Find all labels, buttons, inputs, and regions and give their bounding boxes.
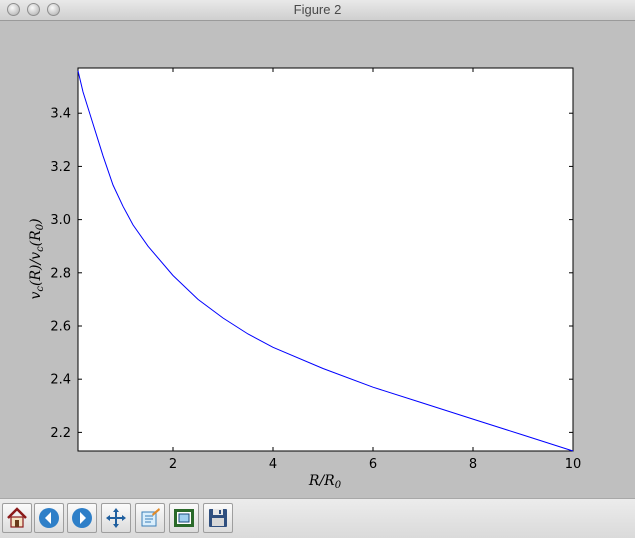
home-button[interactable] bbox=[2, 503, 32, 533]
back-button[interactable] bbox=[34, 503, 64, 533]
x-tick-label: 2 bbox=[169, 457, 177, 472]
pan-arrows-icon bbox=[106, 508, 126, 528]
y-tick-label: 2.2 bbox=[50, 426, 71, 441]
x-tick-label: 6 bbox=[369, 457, 377, 472]
save-button[interactable] bbox=[203, 503, 233, 533]
y-tick-label: 3.2 bbox=[50, 160, 71, 175]
y-tick-label: 2.6 bbox=[50, 319, 71, 334]
y-tick-label: 2.8 bbox=[50, 266, 71, 281]
y-tick-label: 3.4 bbox=[50, 107, 71, 122]
forward-button[interactable] bbox=[67, 503, 97, 533]
y-tick-label: 3.0 bbox=[50, 213, 71, 228]
zoom-to-rect-icon bbox=[141, 508, 160, 527]
configure-subplots-button[interactable] bbox=[169, 503, 199, 533]
x-axis-label: R/R0 bbox=[308, 473, 342, 491]
y-tick-label: 2.4 bbox=[50, 373, 71, 388]
pan-button[interactable] bbox=[101, 503, 131, 533]
navigation-toolbar bbox=[0, 498, 635, 538]
svg-text:vc(R)/vc(R0): vc(R)/vc(R0) bbox=[28, 218, 46, 299]
line-chart: 2 4 6 8 10 2.2 2.4 2.6 2.8 3.0 3.2 3.4 R/R0 vc(R)/v… bbox=[28, 67, 582, 491]
title-bar[interactable]: Figure 2 bbox=[0, 0, 635, 21]
figure-window: Figure 2 2 4 6 8 10 2.2 2.4 2.6 2.8 3.0 3.2 3.4 R/R… bbox=[0, 0, 635, 538]
back-arrow-icon bbox=[39, 508, 59, 528]
x-tick-label: 10 bbox=[565, 457, 582, 472]
figure-canvas[interactable]: 2 4 6 8 10 2.2 2.4 2.6 2.8 3.0 3.2 3.4 R/R0 vc(R)/v… bbox=[0, 21, 635, 498]
plot-area bbox=[77, 67, 574, 452]
forward-arrow-icon bbox=[72, 508, 92, 528]
save-floppy-icon bbox=[209, 509, 227, 527]
x-tick-label: 8 bbox=[469, 457, 477, 472]
y-axis-label: vc(R)/vc(R0) bbox=[28, 218, 46, 299]
window-title: Figure 2 bbox=[293, 2, 342, 17]
zoom-to-rect-button[interactable] bbox=[135, 503, 165, 533]
x-tick-label: 4 bbox=[269, 457, 277, 472]
configure-subplots-icon bbox=[174, 509, 194, 527]
home-icon bbox=[7, 507, 27, 528]
